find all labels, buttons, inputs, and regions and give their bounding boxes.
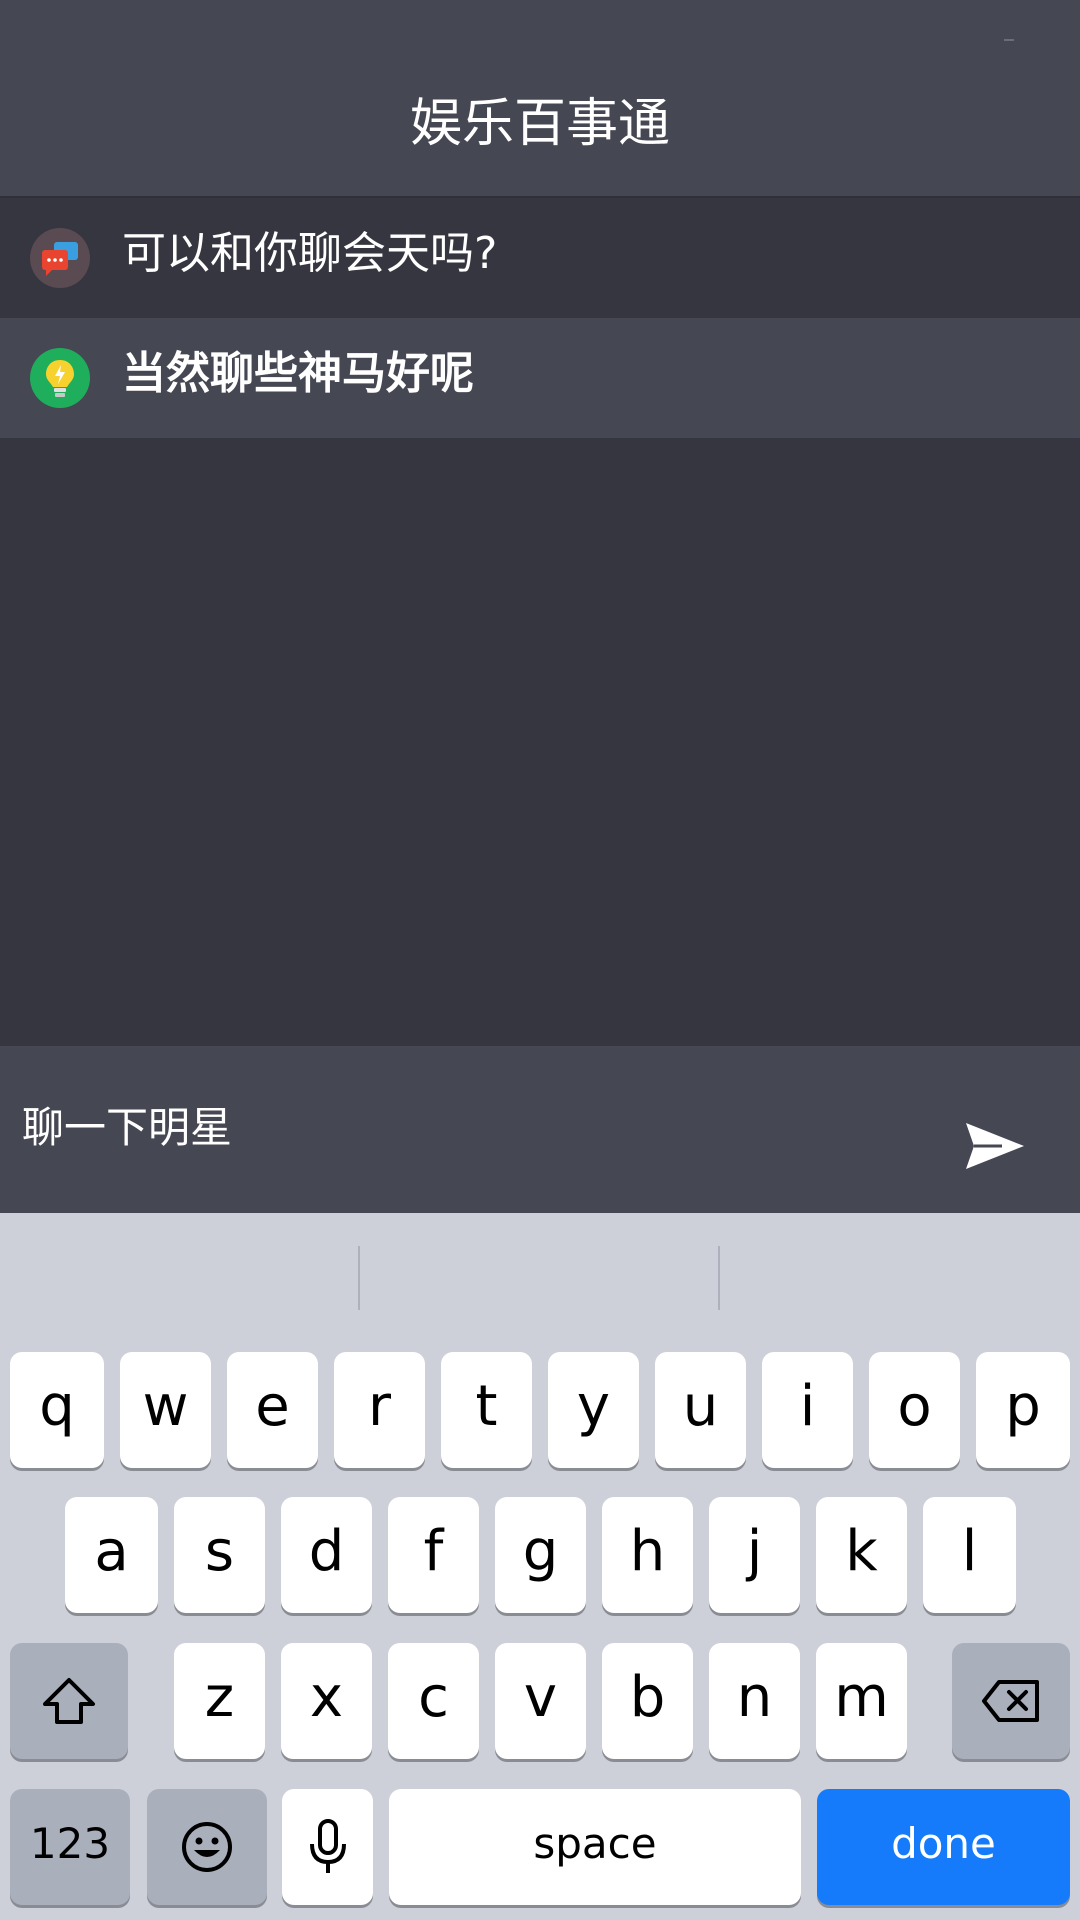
key-l[interactable]: l	[923, 1497, 1016, 1613]
suggestion-divider	[718, 1246, 720, 1310]
key-p[interactable]: p	[976, 1352, 1070, 1468]
backspace-key[interactable]	[952, 1643, 1070, 1759]
key-f[interactable]: f	[388, 1497, 479, 1613]
header-indicator	[1004, 39, 1014, 41]
key-e[interactable]: e	[227, 1352, 318, 1468]
key-m[interactable]: m	[816, 1643, 907, 1759]
key-r[interactable]: r	[334, 1352, 425, 1468]
key-b[interactable]: b	[602, 1643, 693, 1759]
key-n[interactable]: n	[709, 1643, 800, 1759]
send-button[interactable]	[962, 1113, 1028, 1179]
key-c[interactable]: c	[388, 1643, 479, 1759]
send-icon	[966, 1123, 1024, 1169]
page-title: 娱乐百事通	[409, 94, 670, 154]
message-row-user: 可以和你聊会天吗?	[0, 198, 1080, 318]
shift-icon	[43, 1678, 95, 1724]
key-o[interactable]: o	[869, 1352, 960, 1468]
numbers-key[interactable]: 123	[10, 1789, 130, 1905]
app-header: 娱乐百事通	[0, 0, 1080, 198]
keyboard: q w e r t y u i o p a s d f g h j k l z …	[0, 1213, 1080, 1920]
key-i[interactable]: i	[762, 1352, 853, 1468]
key-h[interactable]: h	[602, 1497, 693, 1613]
message-composer	[0, 1046, 1080, 1213]
message-row-bot: 当然聊些神马好呢	[0, 318, 1080, 438]
key-a[interactable]: a	[65, 1497, 158, 1613]
key-x[interactable]: x	[281, 1643, 372, 1759]
key-j[interactable]: j	[709, 1497, 800, 1613]
chat-bubbles-icon	[30, 228, 90, 288]
space-key[interactable]: space	[389, 1789, 801, 1905]
key-g[interactable]: g	[495, 1497, 586, 1613]
microphone-icon	[309, 1819, 346, 1873]
message-text: 当然聊些神马好呢	[122, 348, 474, 399]
backspace-icon	[982, 1680, 1039, 1722]
key-t[interactable]: t	[441, 1352, 532, 1468]
lightbulb-icon	[30, 348, 90, 408]
key-d[interactable]: d	[281, 1497, 372, 1613]
key-q[interactable]: q	[10, 1352, 104, 1468]
key-u[interactable]: u	[655, 1352, 746, 1468]
key-v[interactable]: v	[495, 1643, 586, 1759]
microphone-key[interactable]	[282, 1789, 373, 1905]
message-input[interactable]	[22, 1096, 902, 1160]
key-k[interactable]: k	[816, 1497, 907, 1613]
key-s[interactable]: s	[174, 1497, 265, 1613]
key-z[interactable]: z	[174, 1643, 265, 1759]
key-y[interactable]: y	[548, 1352, 639, 1468]
emoji-icon	[182, 1822, 232, 1872]
shift-key[interactable]	[10, 1643, 128, 1759]
done-key[interactable]: done	[817, 1789, 1070, 1905]
emoji-key[interactable]	[147, 1789, 267, 1905]
suggestion-divider	[358, 1246, 360, 1310]
message-text: 可以和你聊会天吗?	[122, 228, 498, 279]
key-w[interactable]: w	[120, 1352, 211, 1468]
